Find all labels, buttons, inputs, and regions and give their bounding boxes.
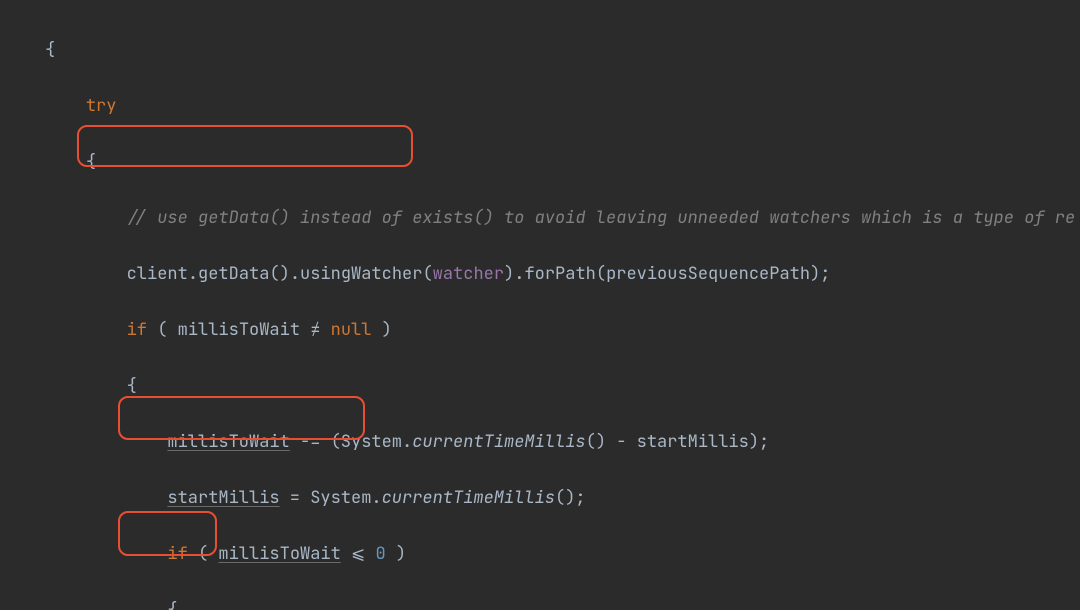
id-getdata: getData	[198, 263, 269, 285]
number-zero: 0	[375, 543, 385, 565]
brace: {	[86, 151, 96, 173]
brace: {	[45, 39, 55, 61]
paren: )	[386, 543, 406, 565]
comment: // use getData() instead of exists() to …	[127, 207, 1076, 229]
paren: (	[147, 319, 178, 341]
brace: {	[127, 375, 137, 397]
expr: () - startMillis);	[586, 431, 770, 453]
var-startmillis: startMillis	[167, 487, 279, 509]
expr: ();	[555, 487, 586, 509]
var-millistowait: millisToWait	[167, 431, 289, 453]
try-keyword: try	[86, 95, 117, 117]
null-keyword: null	[331, 319, 372, 341]
code-editor-area[interactable]: { try { // use getData() instead of exis…	[0, 0, 1080, 610]
if-keyword: if	[127, 319, 147, 341]
if-keyword: if	[167, 543, 187, 565]
id-usingwatcher: usingWatcher	[300, 263, 422, 285]
var-millistowait: millisToWait	[218, 543, 340, 565]
not-equals-op: ≠	[300, 319, 331, 341]
lte-op: ⩽	[341, 543, 376, 565]
paren: )	[371, 319, 391, 341]
id-forpath: forPath	[524, 263, 595, 285]
paren: (	[188, 543, 219, 565]
param-watcher: watcher	[433, 263, 504, 285]
id-currenttimemillis: currentTimeMillis	[412, 431, 585, 453]
expr: = System.	[280, 487, 382, 509]
param-prevseqpath: previousSequencePath	[606, 263, 810, 285]
expr: -= (System.	[290, 431, 412, 453]
id-currenttimemillis: currentTimeMillis	[382, 487, 555, 509]
var-millistowait: millisToWait	[178, 319, 300, 341]
id-client: client	[127, 263, 188, 285]
brace: {	[167, 599, 177, 610]
